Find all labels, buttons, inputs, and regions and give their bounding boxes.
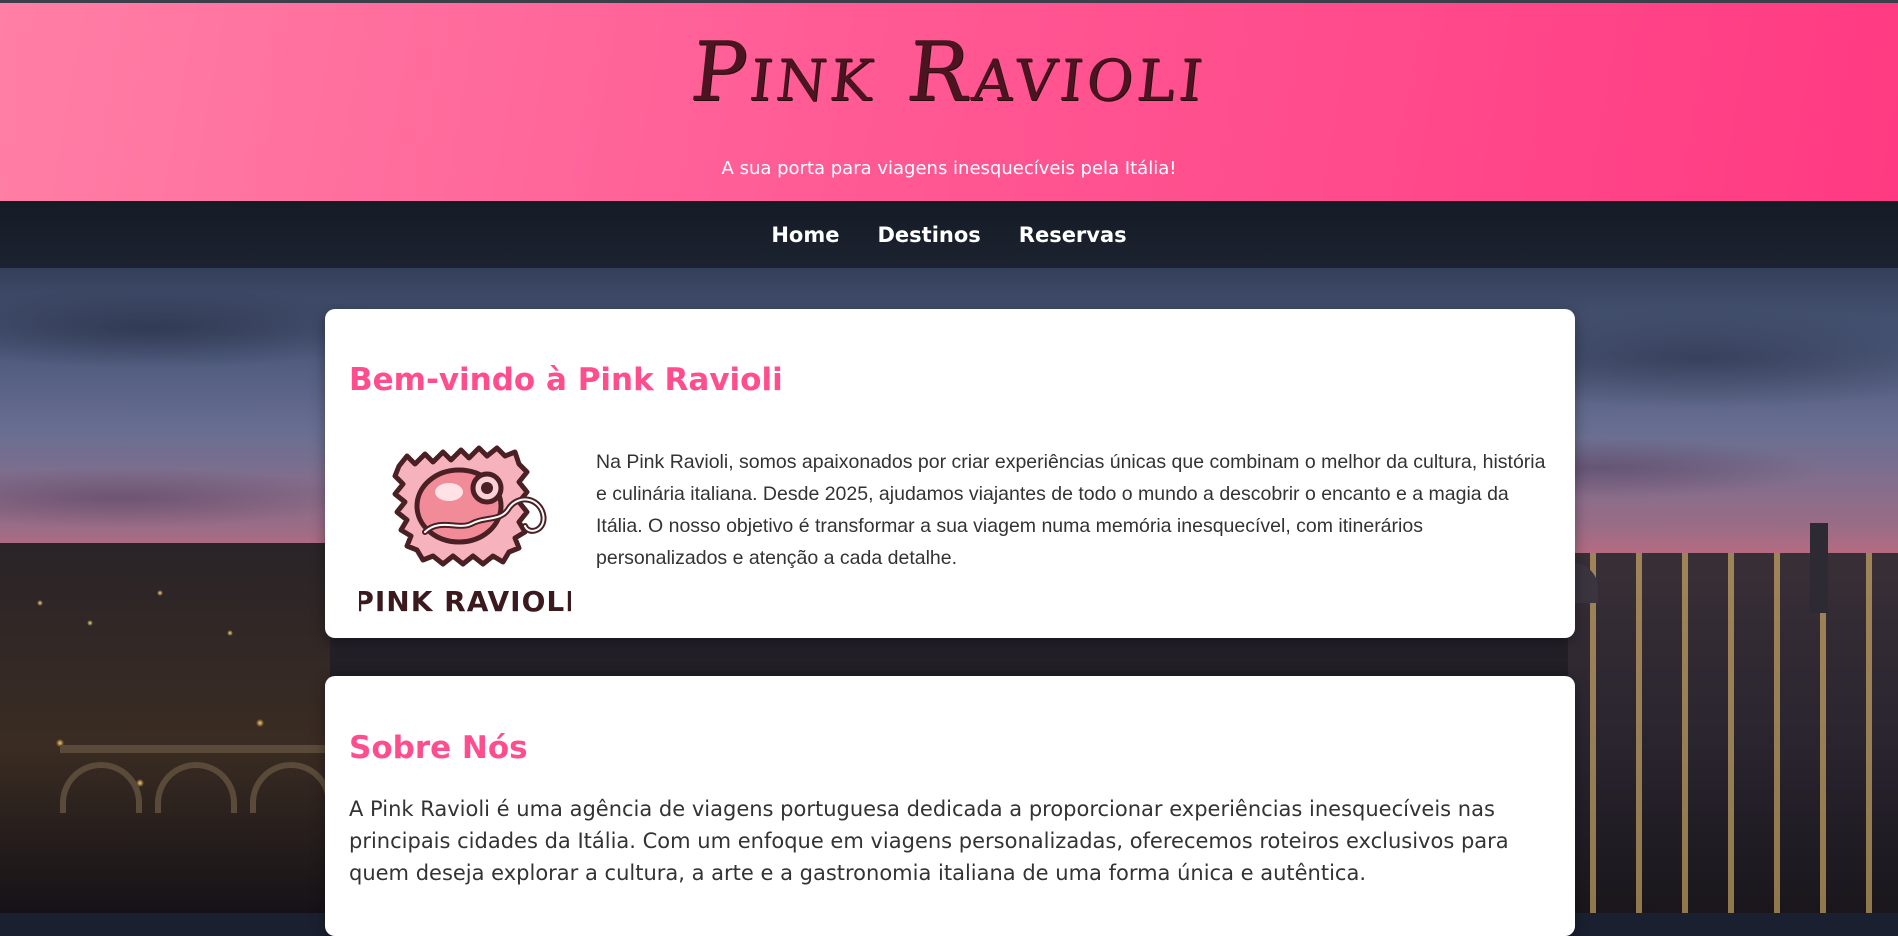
main-nav: Home Destinos Reservas bbox=[0, 201, 1898, 268]
ravioli-icon bbox=[392, 445, 547, 567]
nav-link-destinos[interactable]: Destinos bbox=[875, 219, 982, 251]
bridge bbox=[60, 745, 332, 813]
about-text: A Pink Ravioli é uma agência de viagens … bbox=[349, 797, 1509, 885]
about-card: Sobre Nós A Pink Ravioli é uma agência d… bbox=[325, 676, 1575, 936]
tower bbox=[1810, 523, 1828, 613]
ravioli-logo: PINK RAVIOLI bbox=[359, 445, 571, 618]
welcome-card: Bem-vindo à Pink Ravioli PINK RAVIOLI Na… bbox=[325, 309, 1575, 638]
site-tagline: A sua porta para viagens inesquecíveis p… bbox=[721, 158, 1177, 179]
logo-wordmark: PINK RAVIOLI bbox=[359, 585, 571, 618]
welcome-heading: Bem-vindo à Pink Ravioli bbox=[349, 362, 783, 398]
welcome-text: Na Pink Ravioli, somos apaixonados por c… bbox=[596, 451, 1546, 569]
city-buildings-right bbox=[1568, 553, 1898, 913]
about-heading: Sobre Nós bbox=[349, 730, 528, 766]
site-title: Pink Ravioli bbox=[686, 25, 1212, 120]
site-header: Pink Ravioli A sua porta para viagens in… bbox=[0, 3, 1898, 201]
nav-link-reservas[interactable]: Reservas bbox=[1017, 219, 1129, 251]
nav-link-home[interactable]: Home bbox=[769, 219, 841, 251]
city-lights-left bbox=[0, 543, 330, 913]
